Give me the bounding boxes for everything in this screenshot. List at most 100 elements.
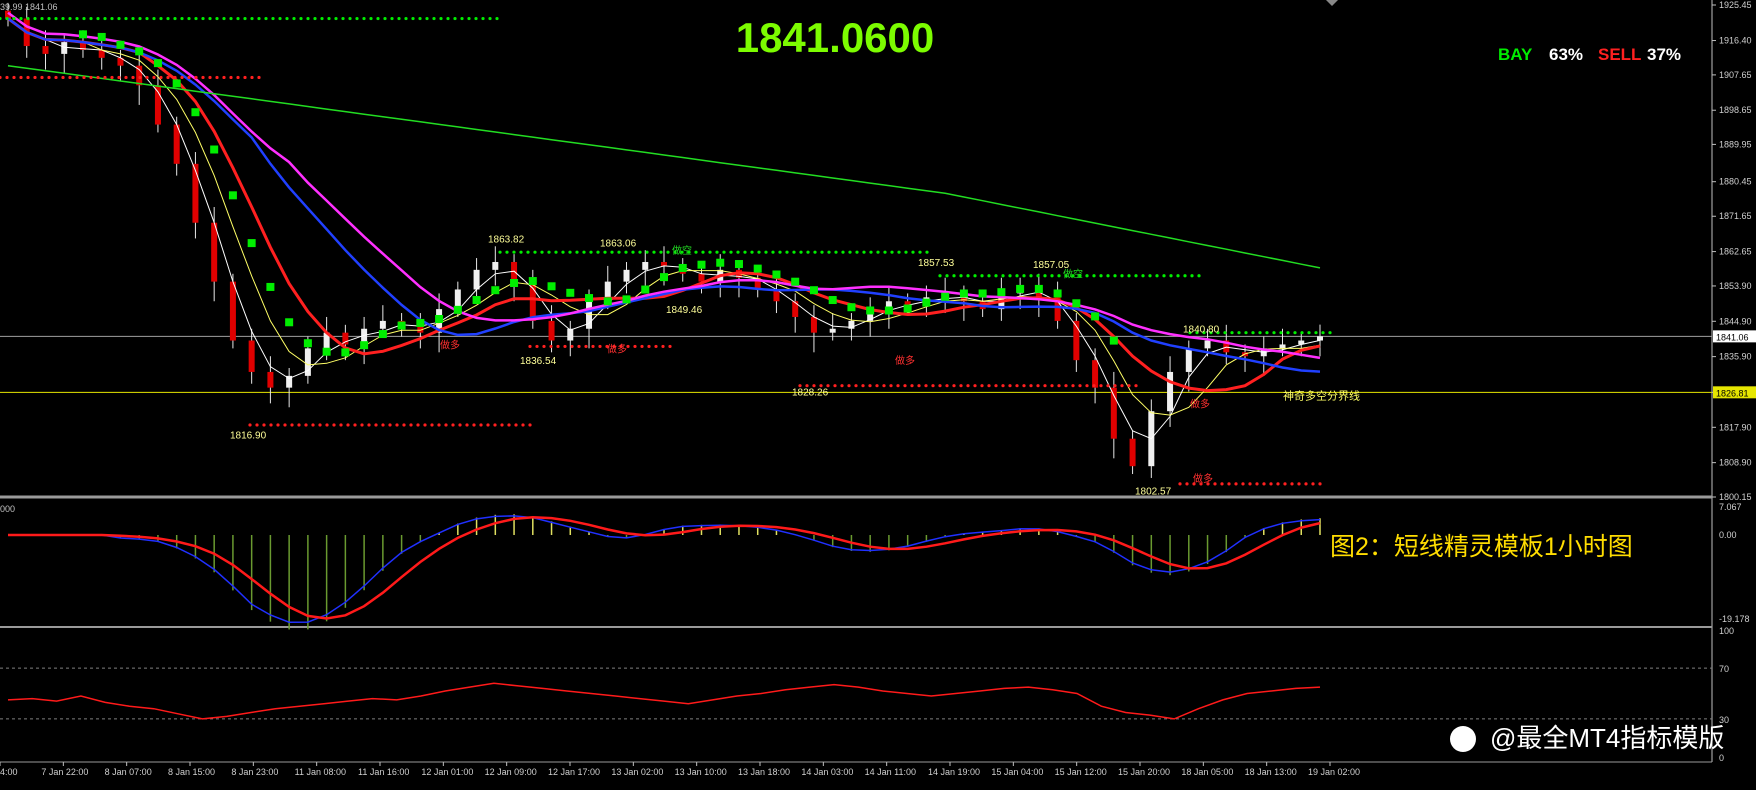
- resistance-dots: [966, 274, 970, 278]
- current-price-big: 1841.0600: [736, 14, 935, 61]
- time-tick-label: 19 Jan 02:00: [1308, 767, 1360, 777]
- price-tick-label: 1862.65: [1719, 247, 1752, 257]
- time-tick-label: 15 Jan 12:00: [1055, 767, 1107, 777]
- resistance-dots: [194, 16, 198, 21]
- resistance-dots: [460, 16, 464, 21]
- support-dots: [208, 75, 212, 80]
- resistance-dots: [904, 250, 908, 254]
- ma-magenta-line: [7, 11, 1321, 360]
- support-dots: [304, 423, 308, 427]
- support-dots: [598, 344, 602, 349]
- support-dots: [458, 423, 462, 427]
- resistance-dots: [201, 16, 205, 21]
- support-dots: [1120, 384, 1124, 388]
- resistance-dots: [736, 250, 740, 254]
- support-dots: [840, 384, 844, 388]
- support-dots: [1269, 482, 1273, 486]
- resistance-dots: [1223, 331, 1227, 335]
- ribbon-block: [585, 294, 594, 303]
- support-dots: [973, 384, 977, 388]
- support-dots: [1050, 384, 1054, 388]
- ribbon-block: [828, 296, 837, 305]
- support-dots: [12, 75, 16, 80]
- resistance-dots: [708, 250, 712, 254]
- resistance-dots: [813, 250, 817, 254]
- rsi-axis-label: 0: [1719, 753, 1724, 763]
- price-tick-label: 1907.65: [1719, 70, 1752, 80]
- support-dots: [640, 344, 644, 349]
- support-dots: [1106, 384, 1110, 388]
- resistance-dots: [362, 16, 366, 21]
- resistance-dots: [1113, 274, 1117, 278]
- resistance-dots: [987, 274, 991, 278]
- ribbon-block: [453, 305, 462, 314]
- resistance-dots: [715, 250, 719, 254]
- time-tick-label: 12 Jan 09:00: [485, 767, 537, 777]
- support-dots: [1071, 384, 1075, 388]
- support-dots: [521, 423, 525, 427]
- price-tick-label: 1808.90: [1719, 458, 1752, 468]
- resistance-dots: [855, 250, 859, 254]
- time-tick-label: 8 Jan 07:00: [105, 767, 152, 777]
- ribbon-block: [472, 296, 481, 305]
- resistance-dots: [952, 274, 956, 278]
- support-dots: [535, 344, 539, 349]
- support-dots: [549, 344, 553, 349]
- candle-body: [698, 273, 705, 282]
- support-dots: [633, 344, 637, 349]
- resistance-dots: [540, 250, 544, 254]
- support-dots: [1085, 384, 1089, 388]
- support-dots: [493, 423, 497, 427]
- time-tick-label: 13 Jan 10:00: [675, 767, 727, 777]
- candle-body: [248, 340, 255, 372]
- support-dots: [668, 344, 672, 349]
- support-dots: [1213, 482, 1217, 486]
- signal-long-label: 做多: [440, 338, 460, 351]
- ribbon-block: [416, 318, 425, 327]
- time-tick-label: 8 Jan 23:00: [231, 767, 278, 777]
- support-dots: [1185, 482, 1189, 486]
- ribbon-block: [191, 108, 200, 117]
- resistance-dots: [446, 16, 450, 21]
- signal-short-label: 做空: [1063, 268, 1083, 281]
- support-dots: [1127, 384, 1131, 388]
- ribbon-block: [1091, 312, 1100, 321]
- support-dots: [584, 344, 588, 349]
- support-dots: [1134, 384, 1138, 388]
- support-dots: [194, 75, 198, 80]
- candle-body: [61, 42, 68, 54]
- support-dots: [229, 75, 233, 80]
- resistance-dots: [12, 16, 16, 21]
- ribbon-block: [716, 258, 725, 267]
- time-tick-label: 12 Jan 01:00: [421, 767, 473, 777]
- resistance-dots: [103, 16, 107, 21]
- resistance-dots: [568, 250, 572, 254]
- support-dots: [173, 75, 177, 80]
- support-dots: [201, 75, 205, 80]
- resistance-dots: [467, 16, 471, 21]
- support-dots: [1057, 384, 1061, 388]
- ribbon-block: [97, 32, 106, 41]
- chart-root: 1925.45 1916.40 1907.65 1898.65 1889.95 1880.…: [0, 0, 1756, 785]
- ribbon-block: [847, 303, 856, 312]
- resistance-dots: [404, 16, 408, 21]
- candle-body: [642, 261, 649, 270]
- resistance-dots: [925, 250, 929, 254]
- support-dots: [847, 384, 851, 388]
- support-dots: [416, 423, 420, 427]
- resistance-dots: [1106, 274, 1110, 278]
- candle-body: [1167, 371, 1174, 412]
- ribbon-block: [866, 306, 875, 315]
- support-dots: [896, 384, 900, 388]
- resistance-dots: [390, 16, 394, 21]
- support-dots: [479, 423, 483, 427]
- resistance-dots: [729, 250, 733, 254]
- resistance-dots: [117, 16, 121, 21]
- resistance-dots: [54, 16, 58, 21]
- resistance-dots: [33, 16, 37, 21]
- macd-mid-label: 0.00: [1719, 530, 1737, 540]
- resistance-dots: [834, 250, 838, 254]
- resistance-dots: [973, 274, 977, 278]
- support-dots: [54, 75, 58, 80]
- resistance-dots: [47, 16, 51, 21]
